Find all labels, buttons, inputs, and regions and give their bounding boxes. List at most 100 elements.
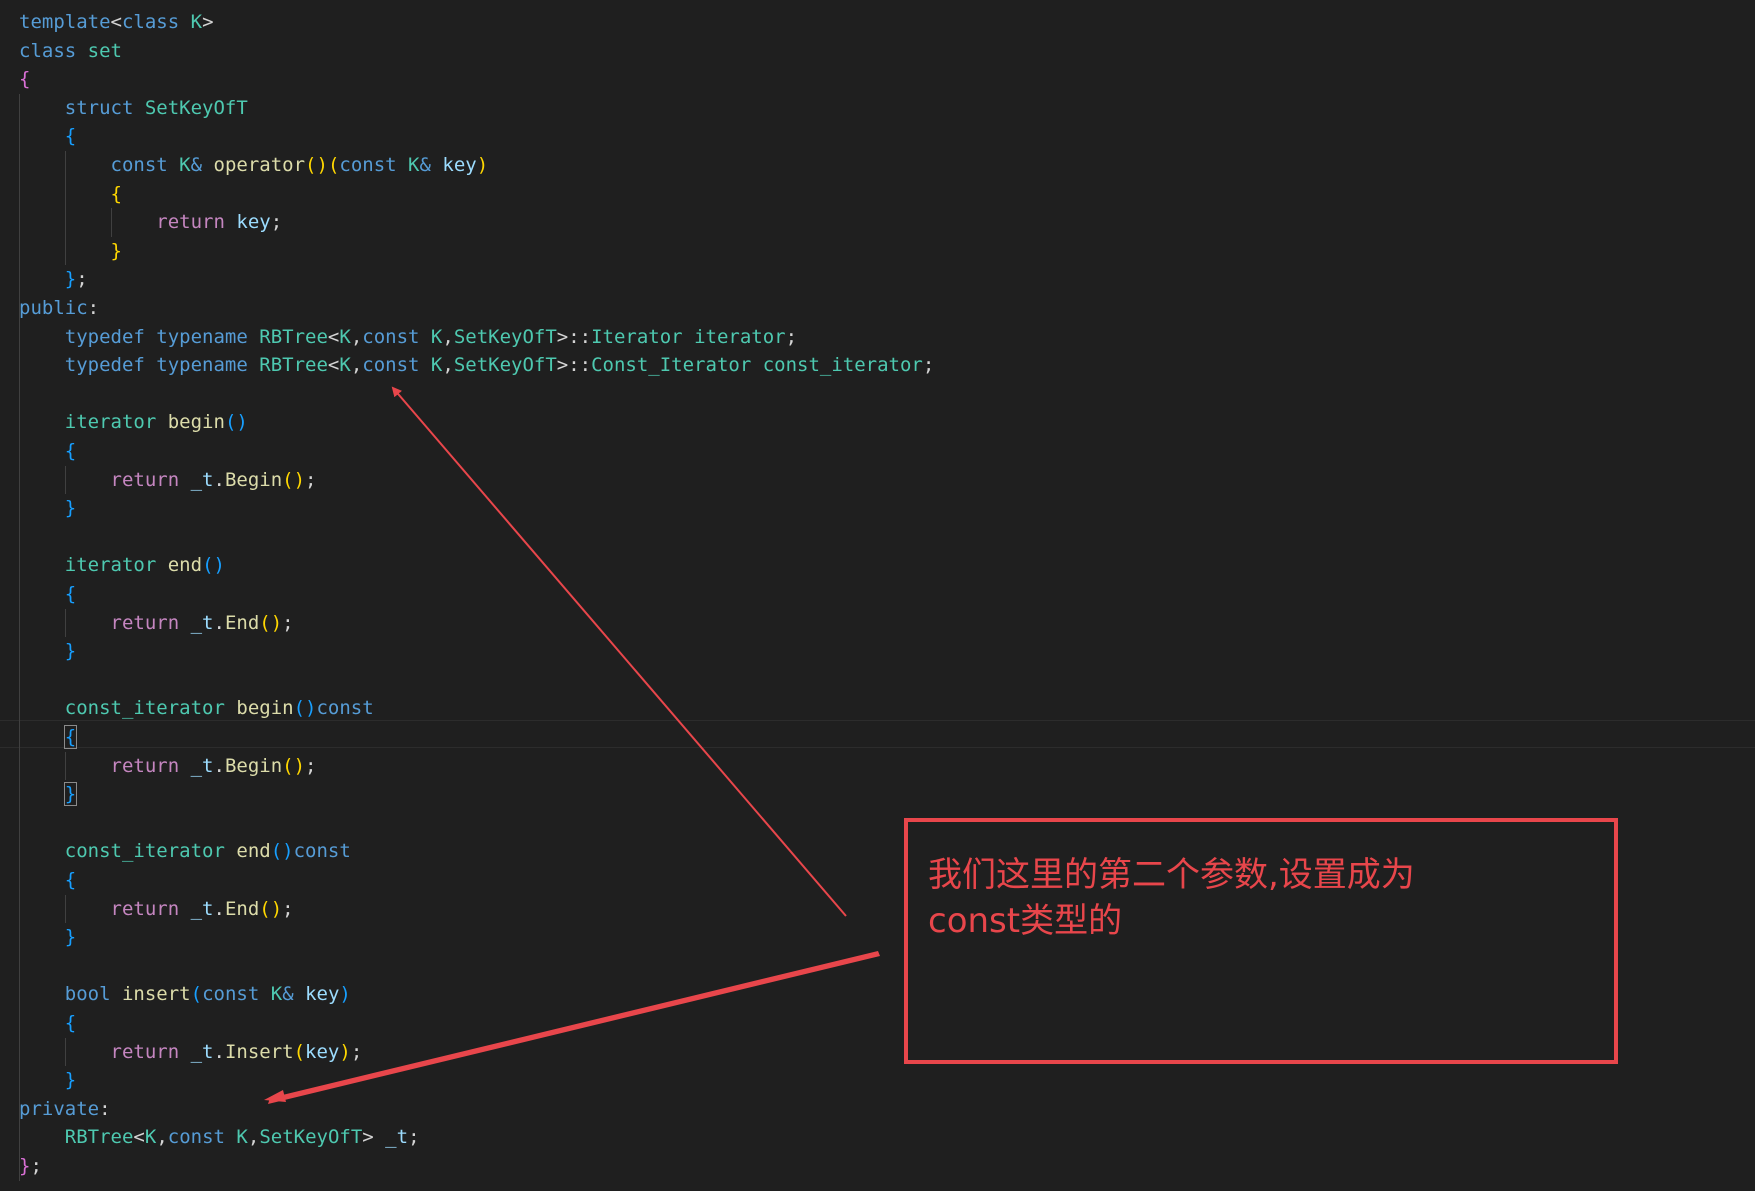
code-token: } <box>110 239 122 262</box>
code-token: } <box>63 782 78 807</box>
code-token: { <box>64 125 77 148</box>
code-token: : <box>99 1097 111 1120</box>
code-token: } <box>64 268 77 291</box>
current-line-highlight <box>0 720 1755 748</box>
code-token: iterator <box>694 325 786 348</box>
code-token: > <box>362 1126 386 1149</box>
code-token: > <box>202 11 214 33</box>
code-token: _t <box>190 754 214 777</box>
code-token: ; <box>305 468 317 491</box>
annotation-text: 我们这里的第二个参数,设置成为 const类型的 <box>928 852 1488 944</box>
code-token: ) <box>339 1040 351 1063</box>
code-token: operator <box>213 154 306 176</box>
code-token: begin <box>167 411 225 434</box>
code-token: const <box>202 983 260 1006</box>
code-token: , <box>442 325 454 348</box>
annotation-box: 我们这里的第二个参数,设置成为 const类型的 <box>904 818 1618 1064</box>
code-token: < <box>110 11 122 33</box>
code-token: SetKeyOfT <box>453 354 557 377</box>
code-token: ; <box>922 354 935 377</box>
code-token: const_iterator <box>762 354 923 377</box>
code-token: const_iterator <box>64 697 225 720</box>
code-token: const <box>110 154 168 176</box>
code-token: & <box>282 983 294 1006</box>
code-token: ) <box>476 154 489 176</box>
code-token: { <box>63 725 78 749</box>
code-token: const <box>293 840 351 863</box>
code-token: const <box>362 325 420 348</box>
code-token: return <box>110 468 180 491</box>
code-token: < <box>133 1126 145 1149</box>
code-token: const <box>339 154 397 176</box>
code-token: Const_Iterator <box>591 354 752 377</box>
annotation-text-line1: 我们这里的第二个参数,设置成为 <box>928 855 1415 895</box>
code-token: >:: <box>556 325 592 348</box>
code-token: { <box>64 440 77 462</box>
code-token: key <box>305 983 340 1006</box>
code-token: typename <box>156 325 248 348</box>
code-token: _t <box>190 611 214 634</box>
code-token: } <box>64 1069 77 1092</box>
code-token: & <box>419 154 431 176</box>
code-token: K <box>339 325 351 348</box>
code-token: . <box>213 611 225 634</box>
code-token: ; <box>282 611 294 634</box>
code-token: ( <box>293 1040 306 1063</box>
annotation-text-line2: const类型的 <box>928 901 1123 941</box>
code-token: () <box>305 154 328 176</box>
code-token: Begin <box>224 468 283 491</box>
code-token: () <box>224 411 248 434</box>
code-token: < <box>327 325 340 348</box>
code-token: , <box>442 354 454 377</box>
code-token: bool <box>64 983 111 1006</box>
code-token: typedef <box>64 354 145 377</box>
code-token: Insert <box>224 1040 294 1063</box>
code-token: ; <box>76 268 88 291</box>
code-token: () <box>282 468 306 491</box>
code-token: const <box>316 697 374 720</box>
code-token: return <box>110 754 180 777</box>
code-token: insert <box>121 983 191 1006</box>
code-token: ; <box>305 754 317 777</box>
code-token: public <box>19 297 88 319</box>
code-token: . <box>213 468 225 491</box>
code-token: K <box>339 354 351 377</box>
code-token: K <box>408 154 420 176</box>
code-token: ; <box>785 325 798 348</box>
code-token: { <box>19 68 31 91</box>
code-token: key <box>236 211 271 234</box>
code-token: } <box>64 497 77 520</box>
code-token: iterator <box>64 554 157 577</box>
code-token: ; <box>408 1126 420 1149</box>
